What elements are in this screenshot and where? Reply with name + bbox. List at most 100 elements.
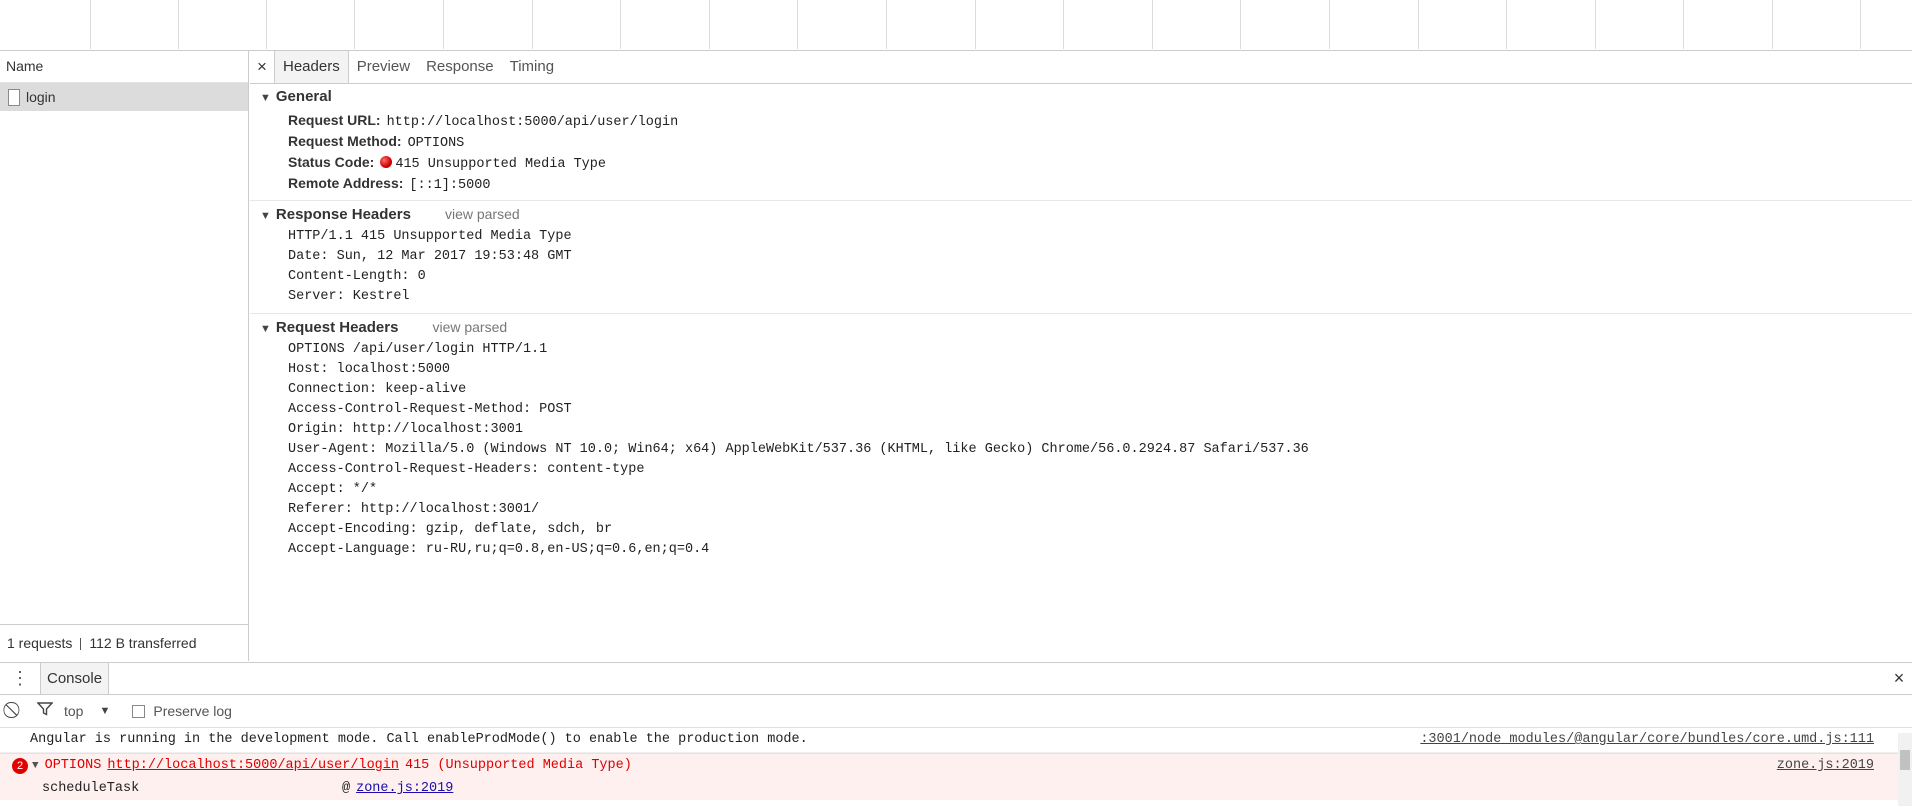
response-header-line: HTTP/1.1 415 Unsupported Media Type (288, 229, 572, 244)
view-parsed-link[interactable]: view parsed (432, 319, 507, 335)
status-error-dot-icon (380, 156, 393, 168)
request-headers-title: Request Headers (275, 319, 399, 336)
request-headers-section: ▼ Request Headers view parsed OPTIONS /api… (250, 314, 1912, 566)
status-code-label: Status Code: (288, 154, 375, 170)
request-header-line: Connection: keep-alive (288, 382, 467, 397)
more-options-icon[interactable]: ⋮ (0, 663, 40, 694)
request-header-line: Accept-Encoding: gzip, deflate, sdch, br (288, 522, 613, 537)
request-header-line: Referer: http://localhost:3001/ (288, 502, 540, 517)
request-details-panel: × Headers Preview Response Timing ▼ Gener… (250, 51, 1912, 661)
general-section: ▼ General Request URL: http://localhost:50… (250, 84, 1912, 201)
request-headers-header[interactable]: ▼ Request Headers view parsed (250, 314, 1912, 340)
request-header-line: Origin: http://localhost:3001 (288, 422, 523, 437)
view-parsed-link[interactable]: view parsed (445, 206, 520, 222)
timeline-gridline (797, 0, 798, 49)
status-code-value: 415 Unsupported Media Type (395, 157, 606, 172)
general-section-header[interactable]: ▼ General (250, 84, 1912, 110)
console-scrollbar-thumb[interactable] (1900, 750, 1910, 770)
network-summary-bar: 1 requests 112 B transferred (0, 624, 248, 661)
response-headers-header[interactable]: ▼ Response Headers view parsed (250, 201, 1912, 227)
stack-source-link[interactable]: zone.js:2019 (356, 778, 453, 800)
timeline-gridline (1595, 0, 1596, 49)
timeline-gridline (178, 0, 179, 49)
timeline-gridline (1860, 0, 1861, 49)
timeline-gridline (709, 0, 710, 49)
remote-address-row: Remote Address: [::1]:5000 (250, 173, 1912, 194)
preserve-log-label[interactable]: Preserve log (153, 703, 232, 719)
tab-headers[interactable]: Headers (274, 51, 349, 83)
timeline-gridline (975, 0, 976, 49)
timeline-gridline (532, 0, 533, 49)
status-code-row: Status Code: 415 Unsupported Media Type (250, 152, 1912, 173)
console-drawer: ⋮ Console × ⃠ top ▼ Preserve log Angular… (0, 662, 1912, 807)
timeline-gridline (266, 0, 267, 49)
request-method-label: Request Method: (288, 133, 402, 149)
error-url-link[interactable]: http://localhost:5000/api/user/login (107, 754, 399, 778)
error-source-link[interactable]: zone.js:2019 (1777, 754, 1912, 778)
request-header-line: Host: localhost:5000 (288, 362, 451, 377)
remote-address-value: [::1]:5000 (409, 178, 491, 193)
response-headers-title: Response Headers (275, 206, 411, 223)
console-error-message[interactable]: 2 ▼ OPTIONS http://localhost:5000/api/us… (0, 753, 1912, 778)
info-message-text: Angular is running in the development mo… (30, 732, 808, 747)
console-toolbar: ⃠ top ▼ Preserve log (0, 695, 1912, 728)
dropdown-arrow-icon[interactable]: ▼ (99, 705, 110, 717)
timeline-gridline (620, 0, 621, 49)
request-url-label: Request URL: (288, 112, 381, 128)
request-method-row: Request Method: OPTIONS (250, 131, 1912, 152)
request-url-value: http://localhost:5000/api/user/login (386, 115, 679, 130)
info-source-link[interactable]: :3001/node_modules/@angular/core/bundles… (1420, 728, 1912, 752)
request-url-row: Request URL: http://localhost:5000/api/us… (250, 110, 1912, 131)
expand-triangle-icon: ▼ (260, 323, 271, 335)
request-count: 1 requests (7, 635, 73, 651)
timeline-gridline (1329, 0, 1330, 49)
tab-console[interactable]: Console (40, 663, 110, 694)
request-header-line: Access-Control-Request-Headers: content-… (288, 462, 645, 477)
filter-icon[interactable] (30, 701, 60, 721)
request-row-login[interactable]: login (0, 83, 248, 111)
name-column-header[interactable]: Name (0, 51, 248, 83)
request-header-line: OPTIONS /api/user/login HTTP/1.1 (288, 342, 548, 357)
request-method-value: OPTIONS (407, 136, 465, 151)
error-method: OPTIONS (44, 758, 102, 773)
close-details-icon[interactable]: × (250, 51, 274, 83)
stack-function: scheduleTask (42, 781, 140, 796)
tab-timing[interactable]: Timing (502, 51, 562, 83)
timeline-gridline (90, 0, 91, 49)
timeline-gridline (1683, 0, 1684, 49)
context-selector[interactable]: top (64, 703, 83, 719)
stack-at-sign: @ (342, 781, 351, 796)
request-header-line: User-Agent: Mozilla/5.0 (Windows NT 10.0… (288, 442, 1309, 457)
expand-triangle-icon[interactable]: ▼ (32, 754, 39, 778)
tab-preview[interactable]: Preview (349, 51, 418, 83)
close-drawer-icon[interactable]: × (1886, 663, 1912, 694)
timeline-gridline (886, 0, 887, 49)
response-header-line: Date: Sun, 12 Mar 2017 19:53:48 GMT (288, 249, 572, 264)
request-list-panel: Name login 1 requests 112 B transferred (0, 51, 249, 661)
remote-address-label: Remote Address: (288, 175, 404, 191)
clear-console-icon[interactable]: ⃠ (0, 702, 30, 720)
network-timeline-overview[interactable] (0, 0, 1912, 51)
drawer-tab-bar: ⋮ Console × (0, 663, 1912, 695)
timeline-gridline (1152, 0, 1153, 49)
expand-triangle-icon: ▼ (260, 92, 271, 104)
error-status: 415 (Unsupported Media Type) (404, 758, 632, 773)
stack-trace-line: scheduleTask @ zone.js:2019 (0, 778, 1912, 800)
timeline-gridline (1506, 0, 1507, 49)
request-header-line: Accept-Language: ru-RU,ru;q=0.8,en-US;q=… (288, 542, 710, 557)
timeline-gridline (1063, 0, 1064, 49)
request-header-line: Accept: */* (288, 482, 378, 497)
error-count-badge: 2 (12, 758, 28, 774)
tab-response[interactable]: Response (418, 51, 502, 83)
general-title: General (275, 88, 332, 105)
response-header-line: Content-Length: 0 (288, 269, 426, 284)
timeline-gridline (443, 0, 444, 49)
response-headers-section: ▼ Response Headers view parsed HTTP/1.1 41… (250, 201, 1912, 314)
timeline-gridline (354, 0, 355, 49)
transferred-size: 112 B transferred (89, 635, 197, 651)
timeline-gridline (1240, 0, 1241, 49)
expand-triangle-icon: ▼ (260, 210, 271, 222)
preserve-log-checkbox[interactable] (132, 704, 146, 718)
response-header-line: Server: Kestrel (288, 289, 410, 304)
details-tab-bar: × Headers Preview Response Timing (250, 51, 1912, 84)
